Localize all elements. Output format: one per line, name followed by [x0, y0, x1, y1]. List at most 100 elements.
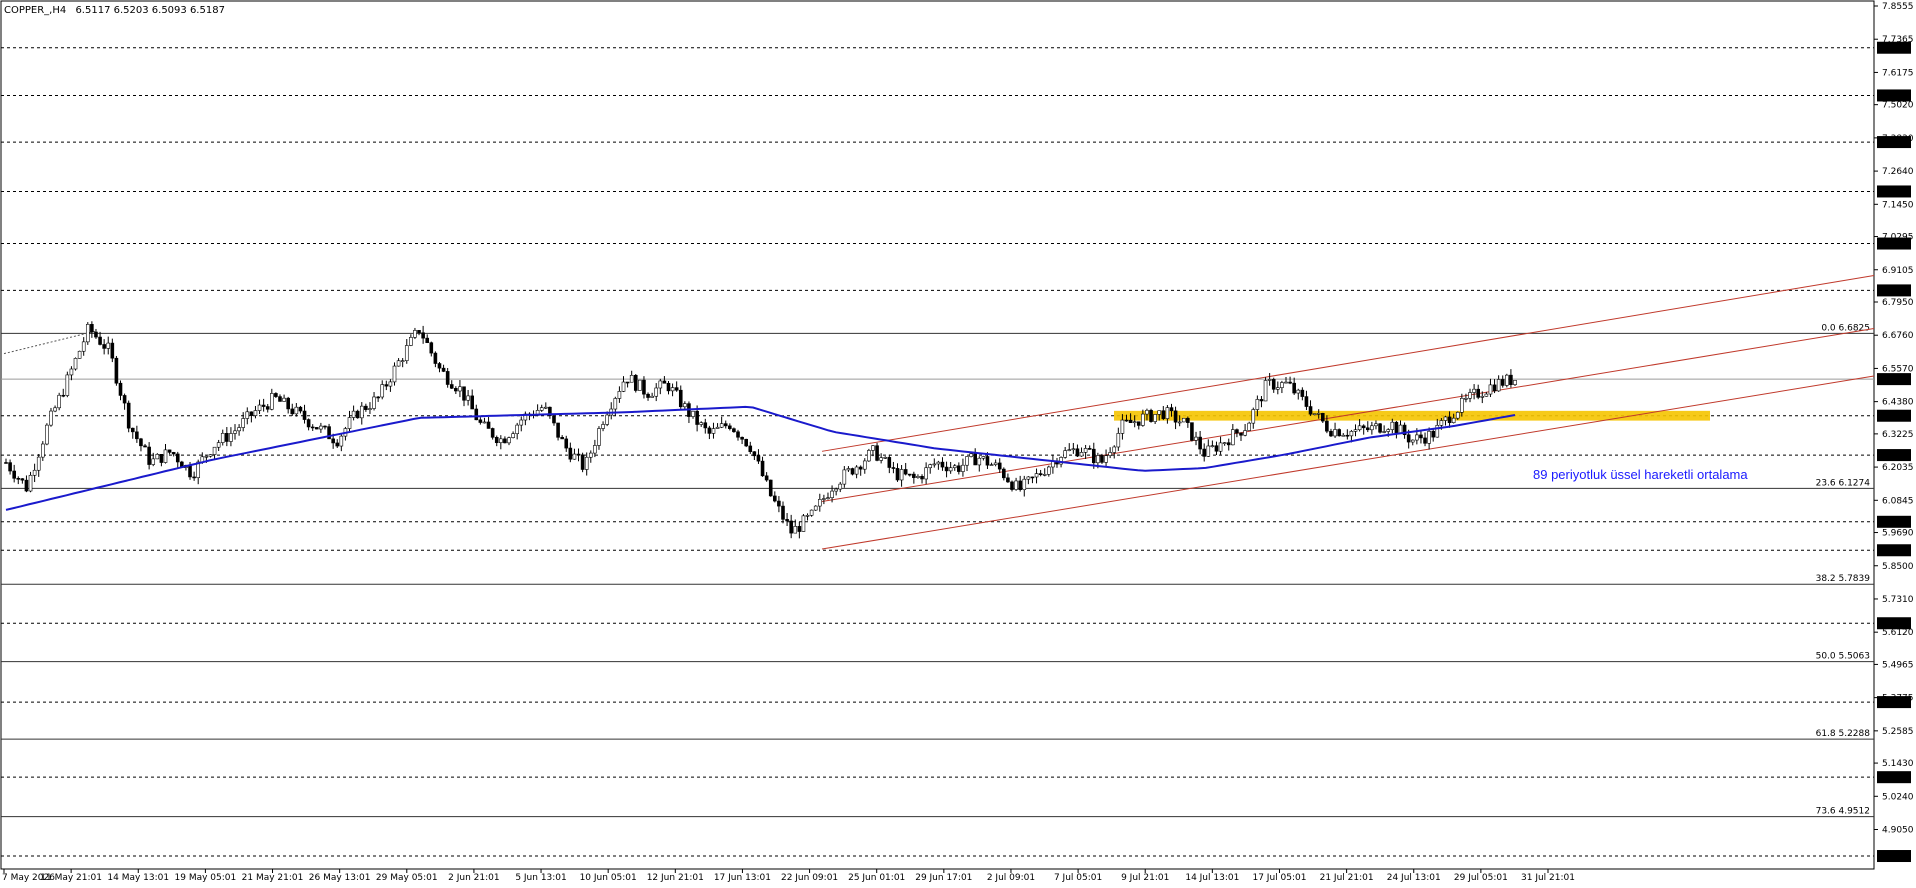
candle-body: [1194, 436, 1198, 441]
candle-body: [1006, 477, 1010, 483]
x-tick-label: 2 Jun 21:01: [448, 873, 499, 883]
candle-body: [601, 424, 605, 429]
candle-body: [1030, 476, 1035, 479]
candle-body: [143, 445, 147, 448]
x-tick-label: 26 May 13:01: [309, 873, 371, 883]
candle-body: [130, 427, 135, 433]
y-tick-label: 7.1450: [1882, 200, 1914, 210]
x-tick-label: 22 Jun 09:01: [781, 873, 838, 883]
candle-body: [666, 382, 671, 392]
candle-body: [1214, 445, 1219, 452]
candle-body: [1460, 397, 1464, 413]
fib-label: 0.0 6.6825: [1821, 323, 1870, 333]
candle-body: [1145, 409, 1149, 415]
x-tick-label: 29 Jul 05:01: [1454, 873, 1508, 883]
candle-body: [413, 330, 417, 338]
candle-body: [482, 421, 487, 424]
candle-body: [952, 465, 957, 469]
candle-body: [77, 350, 82, 359]
symbol-label: COPPER_,H4: [4, 5, 66, 16]
candle-body: [1067, 449, 1072, 451]
candle-body: [1439, 420, 1444, 426]
candle-body: [1447, 416, 1452, 423]
candle-body: [711, 428, 716, 434]
candle-body: [192, 476, 196, 479]
candle-body: [1455, 411, 1460, 419]
x-tick-label: 31 Jul 21:01: [1521, 873, 1575, 883]
candle-body: [638, 379, 642, 391]
candle-body: [462, 386, 466, 401]
candle-body: [204, 455, 209, 458]
candle-body: [1181, 417, 1186, 423]
candle-body: [139, 438, 143, 447]
candle-body: [928, 464, 933, 469]
candle-body: [1034, 473, 1039, 478]
y-tick-label: 7.7365: [1882, 35, 1914, 45]
candle-body: [171, 452, 176, 455]
candle-body: [331, 438, 335, 444]
candle-body: [478, 419, 483, 423]
chart-header: COPPER_,H4 6.5117 6.5203 6.5093 6.5187: [4, 5, 225, 16]
candle-body: [1010, 481, 1014, 490]
candle-body: [69, 368, 74, 376]
candle-body: [261, 404, 266, 407]
candle-body: [163, 449, 168, 463]
current-price-label: 6.5187: [1879, 376, 1911, 386]
y-tick-label: 6.4380: [1882, 398, 1914, 408]
x-tick-label: 7 Jul 05:01: [1054, 873, 1102, 883]
candle-body: [625, 381, 630, 384]
candle-body: [122, 395, 127, 404]
candle-body: [993, 462, 998, 465]
candle-body: [1341, 434, 1346, 437]
candle-body: [421, 332, 425, 339]
y-tick-label: 5.3775: [1882, 694, 1914, 704]
candle-body: [1218, 442, 1223, 452]
candle-body: [1513, 380, 1517, 385]
fib-label: 23.6 6.1274: [1816, 478, 1871, 488]
candle-body: [1157, 410, 1162, 415]
candle-body: [1026, 476, 1031, 480]
candle-body: [674, 387, 679, 391]
channel-upper: [821, 274, 1875, 452]
candle-body: [576, 453, 581, 456]
candle-body: [237, 427, 241, 432]
x-tick-label: 14 Jul 13:01: [1185, 873, 1239, 883]
candle-body: [1136, 421, 1141, 426]
candle-body: [1386, 429, 1391, 432]
candle-body: [57, 394, 61, 409]
candle-body: [789, 520, 793, 534]
candle-body: [16, 478, 21, 480]
candle-body: [1124, 419, 1129, 422]
candle-body: [1173, 410, 1178, 423]
candle-body: [1435, 425, 1440, 438]
candle-body: [613, 398, 618, 410]
candle-body: [175, 453, 180, 463]
y-tick-label: 7.8555: [1882, 2, 1914, 12]
candle-body: [556, 422, 560, 438]
fib-label: 38.2 5.7839: [1816, 574, 1871, 584]
candle-body: [1083, 448, 1088, 453]
candle-body: [1292, 382, 1296, 394]
candle-body: [515, 424, 519, 434]
candle-body: [1206, 445, 1211, 457]
candle-body: [1505, 374, 1509, 386]
level-label: 6.0075: [1879, 518, 1911, 528]
ohlc-values: 6.5117 6.5203 6.5093 6.5187: [75, 5, 225, 16]
candle-body: [1374, 423, 1378, 427]
candle-body: [511, 433, 515, 438]
candle-body: [1243, 430, 1247, 436]
candle-body: [24, 479, 29, 492]
candle-body: [433, 352, 438, 364]
candle-body: [494, 437, 499, 444]
candle-body: [65, 374, 70, 396]
y-tick-label: 5.7310: [1882, 595, 1914, 605]
candle-body: [1226, 442, 1231, 446]
x-tick-label: 24 Jul 13:01: [1387, 873, 1441, 883]
candle-body: [560, 437, 564, 440]
candle-body: [147, 446, 151, 465]
x-tick-label: 25 Jun 01:01: [848, 873, 905, 883]
candle-body: [1280, 382, 1284, 388]
candle-body: [1231, 429, 1235, 446]
candle-body: [1075, 448, 1080, 457]
candle-body: [1128, 419, 1133, 423]
